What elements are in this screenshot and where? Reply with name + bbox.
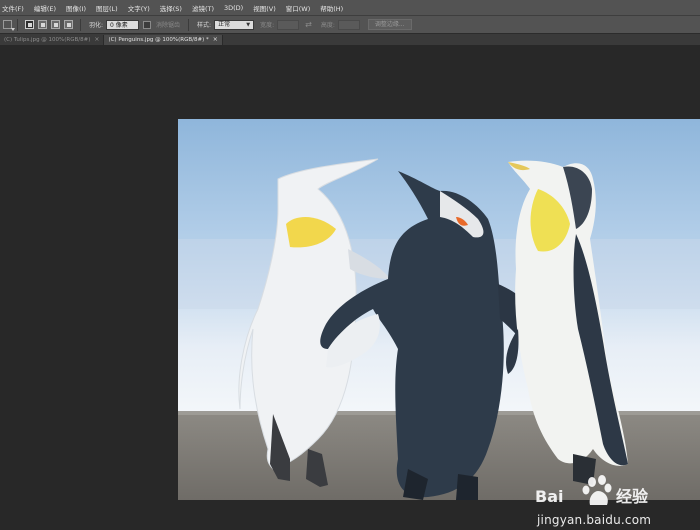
antialias-label: 消除锯齿 (156, 22, 181, 29)
menu-window[interactable]: 窗口(W) (281, 3, 316, 13)
close-icon[interactable]: × (213, 35, 218, 45)
menu-bar: 文件(F) 编辑(E) 图像(I) 图层(L) 文字(Y) 选择(S) 滤镜(T… (0, 0, 700, 15)
style-label: 样式: (197, 22, 212, 29)
add-to-selection-mode-icon[interactable] (38, 20, 47, 29)
menu-layer[interactable]: 图层(L) (91, 3, 123, 13)
menu-image[interactable]: 图像(I) (61, 3, 91, 13)
chevron-down-icon: ▼ (246, 21, 251, 28)
svg-text:Bai: Bai (535, 487, 563, 506)
subtract-selection-mode-icon[interactable] (51, 20, 60, 29)
svg-text:经验: 经验 (616, 487, 649, 506)
divider (188, 18, 190, 31)
height-label: 高度: (320, 22, 335, 29)
menu-select[interactable]: 选择(S) (155, 3, 187, 13)
feather-label: 羽化: (89, 22, 104, 29)
tab-label: (C) Tulips.jpg @ 100%(RGB/8#) (4, 37, 91, 43)
antialias-checkbox[interactable] (143, 20, 152, 29)
swap-dimensions-icon[interactable]: ⇄ (305, 20, 312, 29)
baidu-watermark: Bai 经验 jingyan.baidu.com (530, 475, 700, 530)
menu-3d[interactable]: 3D(D) (219, 4, 248, 12)
tab-tulips[interactable]: (C) Tulips.jpg @ 100%(RGB/8#) × (0, 35, 105, 45)
menu-view[interactable]: 视图(V) (248, 3, 281, 13)
watermark-url: jingyan.baidu.com (537, 513, 652, 527)
close-icon[interactable]: × (94, 35, 99, 45)
width-input[interactable] (277, 19, 300, 30)
menu-file[interactable]: 文件(F) (0, 3, 29, 13)
menu-edit[interactable]: 编辑(E) (29, 3, 61, 13)
divider (80, 18, 81, 31)
penguins-photo[interactable] (178, 119, 700, 500)
marquee-tool-preset-icon[interactable] (3, 20, 15, 31)
menu-filter[interactable]: 滤镜(T) (187, 3, 219, 13)
options-bar: 羽化: 0 像素 消除锯齿 样式: 正常 ▼ 宽度: ⇄ 高度: 调整边缘... (0, 15, 700, 34)
baidu-paw-logo-icon: Bai 经验 (535, 475, 649, 506)
penguins-image (178, 119, 700, 500)
tab-penguins[interactable]: (C) Penguins.jpg @ 100%(RGB/8#) * × (104, 35, 223, 45)
style-value: 正常 (218, 20, 231, 28)
refine-edge-button[interactable]: 调整边缘... (367, 19, 412, 30)
document-tab-bar: (C) Tulips.jpg @ 100%(RGB/8#) × (C) Peng… (0, 34, 700, 45)
canvas-area[interactable]: Bai 经验 jingyan.baidu.com (0, 45, 700, 527)
menu-help[interactable]: 帮助(H) (315, 3, 348, 13)
intersect-selection-mode-icon[interactable] (64, 20, 73, 29)
height-input[interactable] (337, 19, 360, 30)
menu-type[interactable]: 文字(Y) (123, 3, 155, 13)
width-label: 宽度: (260, 22, 275, 29)
style-select[interactable]: 正常 ▼ (214, 19, 255, 30)
tab-label: (C) Penguins.jpg @ 100%(RGB/8#) * (108, 37, 209, 43)
new-selection-mode-icon[interactable] (25, 20, 34, 29)
divider (17, 18, 18, 31)
feather-input[interactable]: 0 像素 (106, 19, 140, 30)
